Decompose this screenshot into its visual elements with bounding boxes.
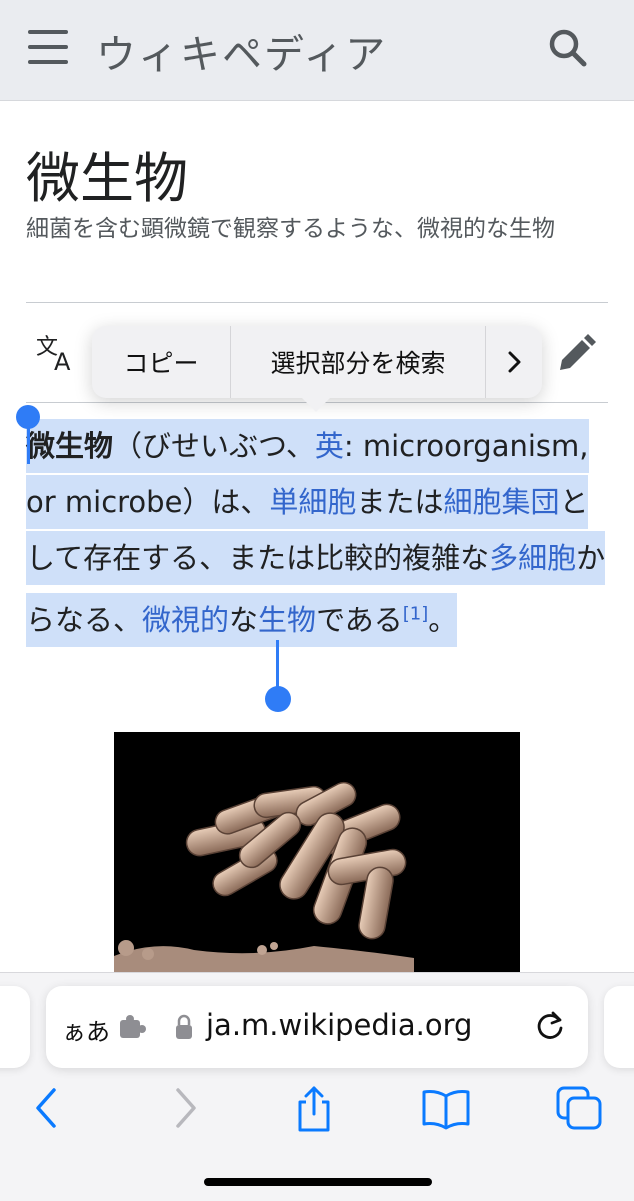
divider-top [26,302,608,303]
link-unicellular[interactable]: 単細胞 [269,485,356,519]
selection-end-handle[interactable] [265,686,291,712]
link-cell-colony[interactable]: 細胞集団 [443,485,559,519]
hamburger-menu-icon[interactable] [28,30,68,64]
puzzle-icon[interactable] [118,1014,148,1040]
edit-pencil-icon[interactable] [552,330,600,378]
menu-pointer [300,396,332,412]
home-indicator [204,1178,432,1186]
selection-start-caret [27,428,30,464]
bookmarks-icon[interactable] [420,1084,472,1132]
search-icon[interactable] [546,26,590,70]
forward-icon[interactable] [158,1084,210,1132]
colon-text: : [343,429,354,463]
reading-text: （びせいぶつ、 [113,429,315,463]
share-icon[interactable] [288,1084,340,1132]
lookup-selection-button[interactable]: 選択部分を検索 [231,326,486,398]
page-subtitle: 細菌を含む顕微鏡で観察するような、微視的な生物 [26,216,555,242]
copy-button[interactable]: コピー [92,326,231,398]
page-title: 微生物 [26,147,188,210]
url-text[interactable]: ja.m.wikipedia.org [206,1008,472,1042]
link-organism[interactable]: 生物 [258,603,316,637]
text-selection-menu: コピー 選択部分を検索 [92,326,542,398]
previous-tab-card[interactable] [0,986,30,1068]
article-lead-paragraph[interactable]: 微生物（びせいぶつ、英: microorganism, or microbe）は… [26,418,612,648]
translate-icon[interactable]: 文 A [34,334,80,374]
back-icon[interactable] [22,1084,74,1132]
period-text: 。 [428,602,458,637]
wikipedia-logo[interactable]: ウィキペディア [96,22,387,80]
next-tab-card[interactable] [604,986,634,1068]
wiki-header: ウィキペディア [0,0,634,101]
lock-icon [176,1014,192,1039]
tabs-icon[interactable] [554,1084,606,1132]
selection-end-caret [276,640,279,690]
or-text: または [356,485,444,519]
svg-text:A: A [54,348,71,374]
address-bar[interactable]: ぁあ ja.m.wikipedia.org [46,986,588,1068]
article-image-bacteria[interactable] [114,732,520,976]
dearu-text: である [316,602,403,637]
link-english[interactable]: 英 [315,429,344,463]
reference-link[interactable]: [1] [403,603,429,624]
bold-term: 微生物 [26,429,114,463]
more-options-chevron-icon[interactable] [486,326,542,398]
link-multicellular[interactable]: 多細胞 [489,541,576,575]
page-settings-button[interactable]: ぁあ [62,1012,110,1047]
reload-icon[interactable] [532,1008,568,1044]
na-text: な [229,602,259,637]
link-microscopic[interactable]: 微視的 [142,603,229,637]
selection-start-handle[interactable] [16,405,40,429]
